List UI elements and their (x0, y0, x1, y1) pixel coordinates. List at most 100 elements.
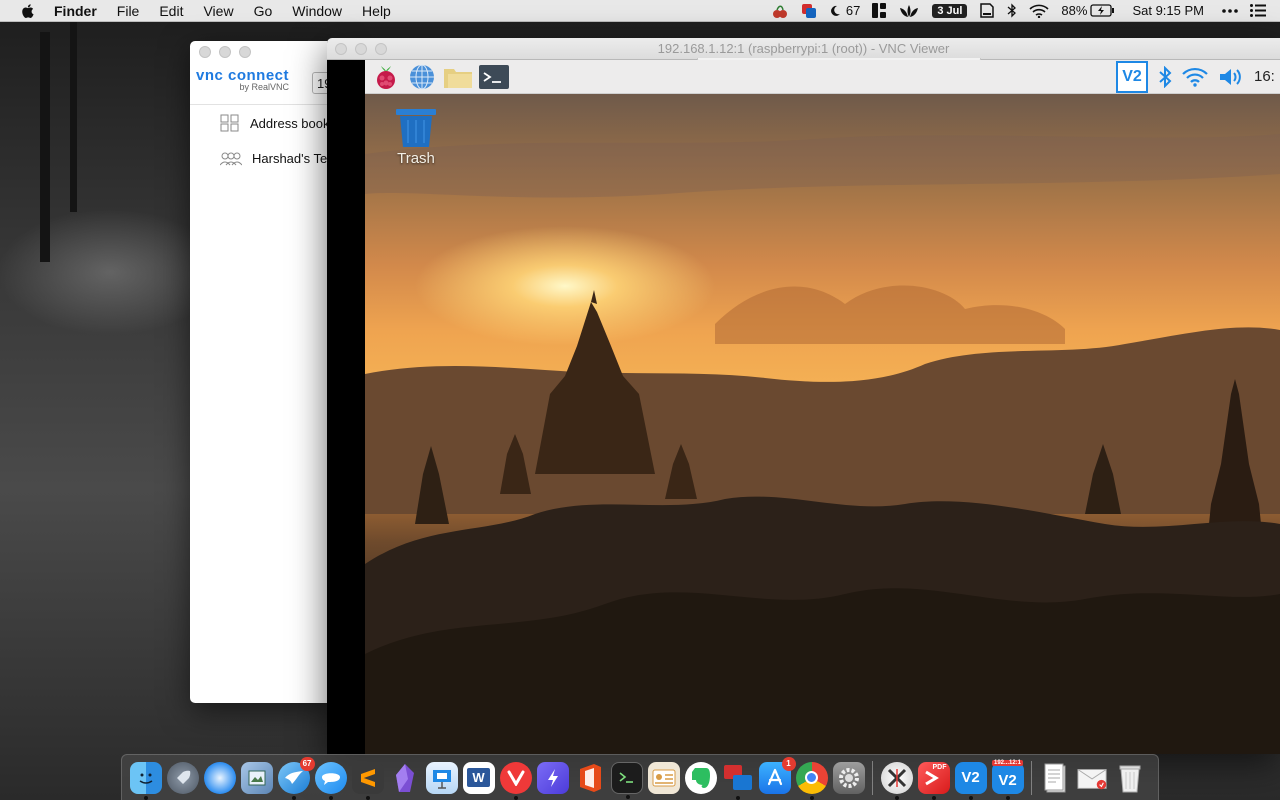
dock-vivaldi[interactable] (499, 761, 532, 800)
pi-system-tray: V2 16: (1116, 60, 1280, 93)
trash-desktop-item[interactable]: Trash (395, 108, 437, 167)
menubar-clock[interactable]: Sat 9:15 PM (1122, 0, 1216, 22)
office-icon (579, 763, 601, 792)
remote-desktop[interactable]: Trash (365, 94, 1280, 754)
app-store-badge: 1 (781, 756, 796, 771)
team-icon (220, 152, 242, 165)
sync-app-icon[interactable] (795, 0, 823, 22)
dock-preview[interactable] (240, 761, 273, 794)
sidebar-item-address-book[interactable]: Address book (220, 114, 330, 132)
bluetooth-menu-icon[interactable] (1001, 0, 1023, 22)
terminal-app-icon (619, 771, 633, 783)
menu-edit[interactable]: Edit (149, 0, 193, 22)
dock-office[interactable] (574, 762, 606, 794)
running-indicator (143, 795, 148, 800)
running-indicator (968, 795, 973, 800)
dock-launchpad[interactable] (166, 761, 199, 794)
dock-chrome[interactable] (795, 761, 828, 800)
wifi-menu-icon[interactable] (1023, 0, 1055, 22)
dock-documents-stack[interactable] (1040, 762, 1072, 794)
dock-vnc-viewer[interactable]: V2 (954, 761, 987, 800)
dock-xcode-tool[interactable] (880, 761, 913, 800)
mail-badge: 67 (299, 756, 315, 771)
dock: 67 W 1 PDF V2 192...12:1 V2 (121, 754, 1159, 800)
dock-vnc-session[interactable]: 192...12:1 V2 (991, 759, 1024, 800)
web-browser-icon[interactable] (407, 62, 437, 92)
apple-menu-icon[interactable] (20, 3, 36, 19)
lotus-app-icon[interactable] (892, 0, 926, 22)
word-letter: W (467, 768, 490, 787)
contacts-card-icon (652, 769, 675, 786)
dock-obsidian[interactable] (389, 762, 421, 794)
dock-trash[interactable] (1114, 762, 1146, 794)
dock-pdf-expert[interactable]: PDF (917, 761, 950, 800)
battery-percent: 88% (1061, 3, 1088, 18)
vnc-server-tray-icon[interactable]: V2 (1116, 60, 1148, 93)
wallpaper-pillar (40, 32, 50, 262)
sublime-icon (360, 768, 375, 787)
dock-terminal[interactable] (610, 761, 643, 799)
dock-system-preferences[interactable] (832, 761, 865, 794)
running-indicator (328, 795, 333, 800)
menu-go[interactable]: Go (244, 0, 283, 22)
chat-bubble-icon (321, 772, 340, 785)
volume-icon[interactable] (1218, 67, 1244, 87)
desktop-wallpaper-scene (365, 134, 1280, 754)
menu-help[interactable]: Help (352, 0, 401, 22)
envelope-stack-icon (1076, 768, 1107, 789)
dock-word[interactable]: W (462, 761, 495, 794)
dock-messages[interactable] (314, 761, 347, 800)
sidebar-item-team[interactable]: Harshad's Team (220, 151, 340, 166)
notification-center-icon[interactable] (1244, 0, 1280, 22)
dock-separator (872, 760, 873, 795)
dock-finder[interactable] (129, 761, 162, 800)
dock-app-store[interactable]: 1 (758, 756, 796, 794)
terminal-icon[interactable] (479, 62, 509, 92)
compass-icon (213, 771, 226, 784)
dock-downloads-stack[interactable] (1076, 762, 1109, 794)
running-indicator (291, 795, 296, 800)
vnc-connect-logo: vnc connect by RealVNC (196, 67, 289, 92)
running-indicator (513, 795, 518, 800)
window-tiling-icon[interactable] (866, 0, 892, 22)
dock-mail[interactable]: 67 (277, 756, 315, 800)
keynote-icon (432, 769, 451, 789)
vnc-session-title: 192...12:1 (991, 759, 1024, 766)
window-title: 192.168.1.12:1 (raspberrypi:1 (root)) - … (657, 41, 950, 56)
dock-sublime-text[interactable] (351, 761, 384, 800)
cherry-app-icon[interactable] (765, 0, 795, 22)
wifi-icon[interactable] (1182, 67, 1208, 87)
vnc-tray-label: V2 (1122, 67, 1142, 85)
running-indicator (1005, 795, 1010, 800)
vnc-connect-window: vnc connect by RealVNC 19 Address book H… (190, 41, 340, 703)
dock-contacts[interactable] (647, 761, 680, 794)
lightning-icon (547, 768, 558, 787)
more-menu-icon[interactable] (1216, 0, 1244, 22)
menu-view[interactable]: View (193, 0, 243, 22)
weather-status[interactable]: 67 (823, 0, 866, 22)
chrome-center-icon (805, 771, 818, 784)
pi-clock[interactable]: 16: (1254, 68, 1276, 85)
dock-screens[interactable] (722, 762, 754, 800)
minimize-button[interactable] (219, 46, 231, 58)
raspberry-menu-icon[interactable] (371, 62, 401, 92)
dock-shortcuts[interactable] (536, 761, 569, 794)
wallpaper-pillar (70, 22, 77, 212)
trash-icon (396, 109, 436, 147)
pdf-label: PDF (932, 763, 947, 771)
menu-finder[interactable]: Finder (50, 0, 107, 22)
dock-keynote[interactable] (425, 761, 458, 794)
zoom-button[interactable] (239, 46, 251, 58)
dock-safari[interactable] (203, 761, 236, 794)
close-button[interactable] (199, 46, 211, 58)
running-indicator (809, 795, 814, 800)
drive-icon[interactable] (973, 0, 1001, 22)
bird-mail-icon (284, 770, 303, 784)
menu-file[interactable]: File (107, 0, 150, 22)
file-manager-icon[interactable] (443, 62, 473, 92)
battery-status[interactable]: 88% (1055, 0, 1122, 22)
date-status[interactable]: 3 Jul (926, 0, 973, 22)
bluetooth-icon[interactable] (1158, 65, 1172, 88)
menu-window[interactable]: Window (282, 0, 352, 22)
dock-evernote[interactable] (684, 761, 717, 794)
